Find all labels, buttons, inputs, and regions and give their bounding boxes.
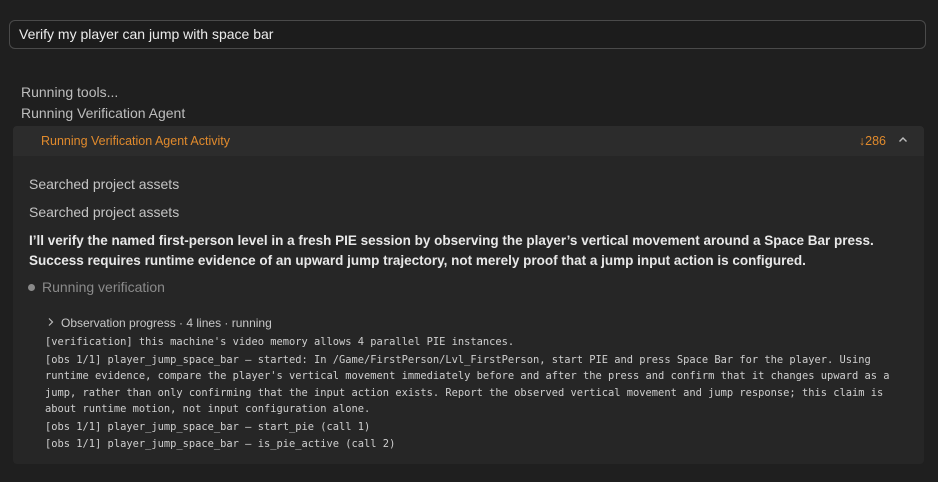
- log-line: [obs 1/1] player_jump_space_bar — starte…: [45, 353, 896, 416]
- chevron-right-icon: [48, 318, 54, 326]
- status-running-tools: Running tools...: [21, 84, 119, 100]
- chevron-up-icon[interactable]: [896, 133, 910, 147]
- status-running-agent: Running Verification Agent: [21, 105, 186, 121]
- prompt-input[interactable]: Verify my player can jump with space bar: [9, 20, 926, 49]
- activity-panel: Running Verification Agent Activity ↓286…: [13, 126, 924, 464]
- activity-count: ↓286: [858, 134, 886, 148]
- status-dot-icon: [28, 284, 35, 291]
- observation-progress-label: Observation progress · 4 lines · running: [61, 316, 272, 330]
- running-label: Running verification: [42, 279, 165, 295]
- step-searched-assets-1: Searched project assets: [29, 176, 180, 192]
- activity-title: Running Verification Agent Activity: [41, 134, 231, 148]
- observation-progress-toggle[interactable]: Observation progress · 4 lines · running: [46, 316, 272, 330]
- log-line: [obs 1/1] player_jump_space_bar — is_pie…: [45, 438, 396, 450]
- observation-log: [verification] this machine's video memo…: [45, 334, 915, 454]
- activity-header[interactable]: Running Verification Agent Activity ↓286: [13, 126, 924, 156]
- log-line: [verification] this machine's video memo…: [45, 336, 515, 348]
- plan-text: I’ll verify the named first-person level…: [29, 233, 874, 268]
- running-verification: Running verification: [28, 279, 165, 295]
- step-searched-assets-2: Searched project assets: [29, 204, 180, 220]
- log-line: [obs 1/1] player_jump_space_bar — start_…: [45, 420, 371, 433]
